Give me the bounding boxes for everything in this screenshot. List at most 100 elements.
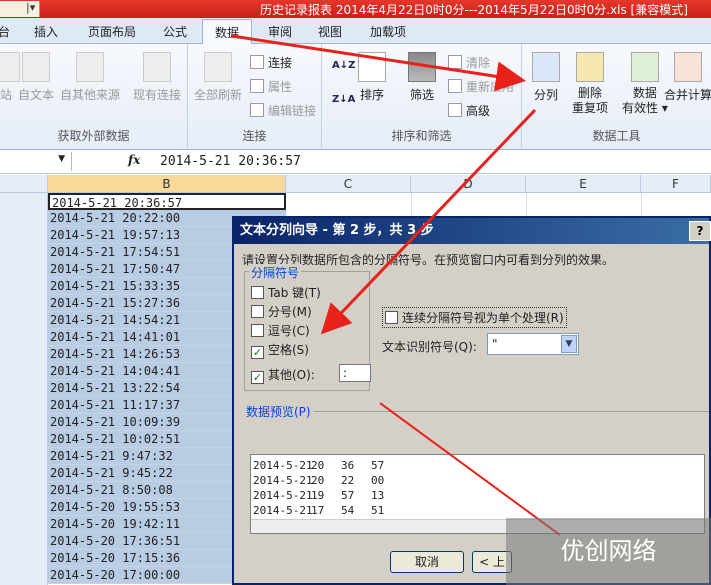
group-label: 排序和筛选	[391, 129, 452, 143]
refresh-icon	[204, 52, 232, 82]
corner-header[interactable]	[0, 175, 48, 193]
preview-cell: 57	[341, 489, 355, 502]
from-other-sources-button[interactable]: 自其他来源	[60, 52, 120, 103]
checkbox-box[interactable]	[385, 311, 398, 324]
remove-duplicates-button[interactable]: 删除 重复项	[572, 52, 608, 116]
refresh-all-button[interactable]: 全部刷新	[194, 52, 242, 103]
text-qualifier-label: 文本识别符号(Q):	[382, 340, 477, 354]
advanced-button[interactable]: 高级	[448, 102, 490, 119]
quick-access-toolbar[interactable]: |▾	[0, 1, 40, 17]
text-to-columns-button[interactable]: 分列	[532, 52, 560, 103]
window-title: 历史记录报表 2014年4月22日0时0分---2014年5月22日0时0分.x…	[260, 3, 688, 17]
name-box-dropdown-icon[interactable]: ▼	[58, 154, 65, 164]
group-connections: 全部刷新 连接 属性 编辑链接 连接	[188, 44, 322, 148]
ribbon: 站 自文本 自其他来源 现有连接 获取外部数据 全部刷新 连接 属性 编辑链接 …	[0, 44, 711, 150]
gridline	[641, 193, 642, 216]
quick-access-dropdown[interactable]: |▾	[26, 1, 35, 14]
link-icon	[250, 103, 264, 117]
formula-bar: ▼ fx 2014-5-21 20:36:57	[0, 150, 711, 174]
gridline	[526, 193, 527, 216]
tab-insert[interactable]: 插入	[34, 23, 58, 40]
connection-file-icon	[143, 52, 171, 82]
name-box[interactable]: ▼	[0, 152, 72, 171]
data-preview-label: 数据预览(P)	[246, 405, 311, 419]
checkbox-box[interactable]	[251, 305, 264, 318]
comma-checkbox[interactable]: 逗号(C)	[251, 322, 310, 339]
fx-icon[interactable]: fx	[128, 153, 140, 167]
filter-button[interactable]: 筛选	[408, 52, 436, 103]
database-icon	[76, 52, 104, 82]
cancel-button[interactable]: 取消	[390, 551, 464, 573]
reapply-icon	[448, 79, 462, 93]
group-sort-filter: A↓Z Z↓A 排序 筛选 清除 重新应用 高级 排序和筛选	[322, 44, 522, 148]
other-delimiter-input[interactable]: :	[339, 364, 371, 382]
column-header-e[interactable]: E	[526, 175, 641, 193]
delimiters-group: 分隔符号 Tab 键(T) 分号(M) 逗号(C) ✓ 空格(S) ✓ 其他(O):…	[244, 264, 371, 391]
consolidate-button[interactable]: 合并计算	[664, 52, 711, 103]
properties-button[interactable]: 属性	[250, 78, 292, 95]
preview-cell: 2014-5-21	[253, 489, 313, 502]
consecutive-delimiters-checkbox[interactable]: 连续分隔符号视为单个处理(R)	[382, 307, 567, 328]
tab-view[interactable]: 视图	[318, 23, 342, 40]
tab-data[interactable]: 数据	[202, 19, 253, 45]
tab-start[interactable]: 台	[0, 23, 10, 40]
connections-button[interactable]: 连接	[250, 54, 292, 71]
checkbox-box[interactable]: ✓	[251, 346, 264, 359]
remove-duplicates-icon	[576, 52, 604, 82]
column-header-c[interactable]: C	[286, 175, 411, 193]
divider	[314, 411, 709, 412]
tab-addins[interactable]: 加载项	[370, 23, 406, 40]
checkbox-box[interactable]: ✓	[251, 371, 264, 384]
checkbox-box[interactable]	[251, 286, 264, 299]
tab-formulas[interactable]: 公式	[163, 23, 187, 40]
checkbox-box[interactable]	[251, 324, 264, 337]
help-button[interactable]: ?	[689, 221, 711, 241]
group-data-tools: 分列 删除 重复项 数据 有效性 ▾ 合并计算 数据工具	[522, 44, 711, 148]
gridline	[411, 193, 412, 216]
consolidate-icon	[674, 52, 702, 82]
data-validation-button[interactable]: 数据 有效性 ▾	[622, 52, 668, 116]
text-qualifier-select[interactable]: " ▼	[487, 333, 579, 355]
dialog-title: 文本分列向导 - 第 2 步，共 3 步	[234, 218, 709, 244]
validation-icon	[630, 52, 659, 82]
sort-icon	[358, 52, 386, 82]
tab-checkbox[interactable]: Tab 键(T)	[251, 284, 321, 301]
table-cell[interactable]: 2014-5-21 20:36:57	[48, 193, 286, 210]
column-header-b[interactable]: B	[48, 175, 286, 193]
reapply-button[interactable]: 重新应用	[448, 78, 514, 95]
column-header-f[interactable]: F	[641, 175, 711, 193]
tab-review[interactable]: 审阅	[268, 23, 292, 40]
group-label: 获取外部数据	[57, 129, 130, 143]
edit-links-button[interactable]: 编辑链接	[250, 102, 316, 119]
preview-cell: 36	[341, 459, 355, 472]
preview-cell: 2014-5-21	[253, 459, 313, 472]
semicolon-checkbox[interactable]: 分号(M)	[251, 303, 312, 320]
properties-icon	[250, 79, 264, 93]
tab-page-layout[interactable]: 页面布局	[88, 23, 136, 40]
from-web-button[interactable]: 站	[0, 52, 20, 103]
ribbon-tabs: 台 插入 页面布局 公式 数据 审阅 视图 加载项	[0, 18, 711, 45]
sort-ascending-icon[interactable]: A↓Z	[332, 60, 355, 71]
preview-cell: 13	[371, 489, 385, 502]
preview-cell: 22	[341, 474, 355, 487]
clear-button[interactable]: 清除	[448, 54, 490, 71]
group-label: 连接	[242, 129, 267, 143]
split-columns-icon	[532, 52, 560, 82]
group-label: 数据工具	[592, 129, 641, 143]
group-external-data: 站 自文本 自其他来源 现有连接 获取外部数据	[0, 44, 188, 148]
preview-cell: 51	[371, 504, 385, 517]
column-header-d[interactable]: D	[411, 175, 526, 193]
sort-descending-icon[interactable]: Z↓A	[332, 94, 355, 105]
delimiters-legend: 分隔符号	[249, 264, 302, 281]
formula-value[interactable]: 2014-5-21 20:36:57	[160, 154, 301, 169]
from-text-button[interactable]: 自文本	[18, 52, 54, 103]
preview-cell: 19	[311, 489, 325, 502]
space-checkbox[interactable]: ✓ 空格(S)	[251, 341, 309, 359]
funnel-icon	[408, 52, 436, 82]
preview-cell: 2014-5-21	[253, 474, 313, 487]
preview-cell: 57	[371, 459, 385, 472]
existing-connections-button[interactable]: 现有连接	[133, 52, 181, 103]
chevron-down-icon[interactable]: ▼	[561, 335, 577, 353]
other-checkbox[interactable]: ✓ 其他(O):	[251, 366, 315, 384]
sort-button[interactable]: 排序	[358, 52, 386, 103]
